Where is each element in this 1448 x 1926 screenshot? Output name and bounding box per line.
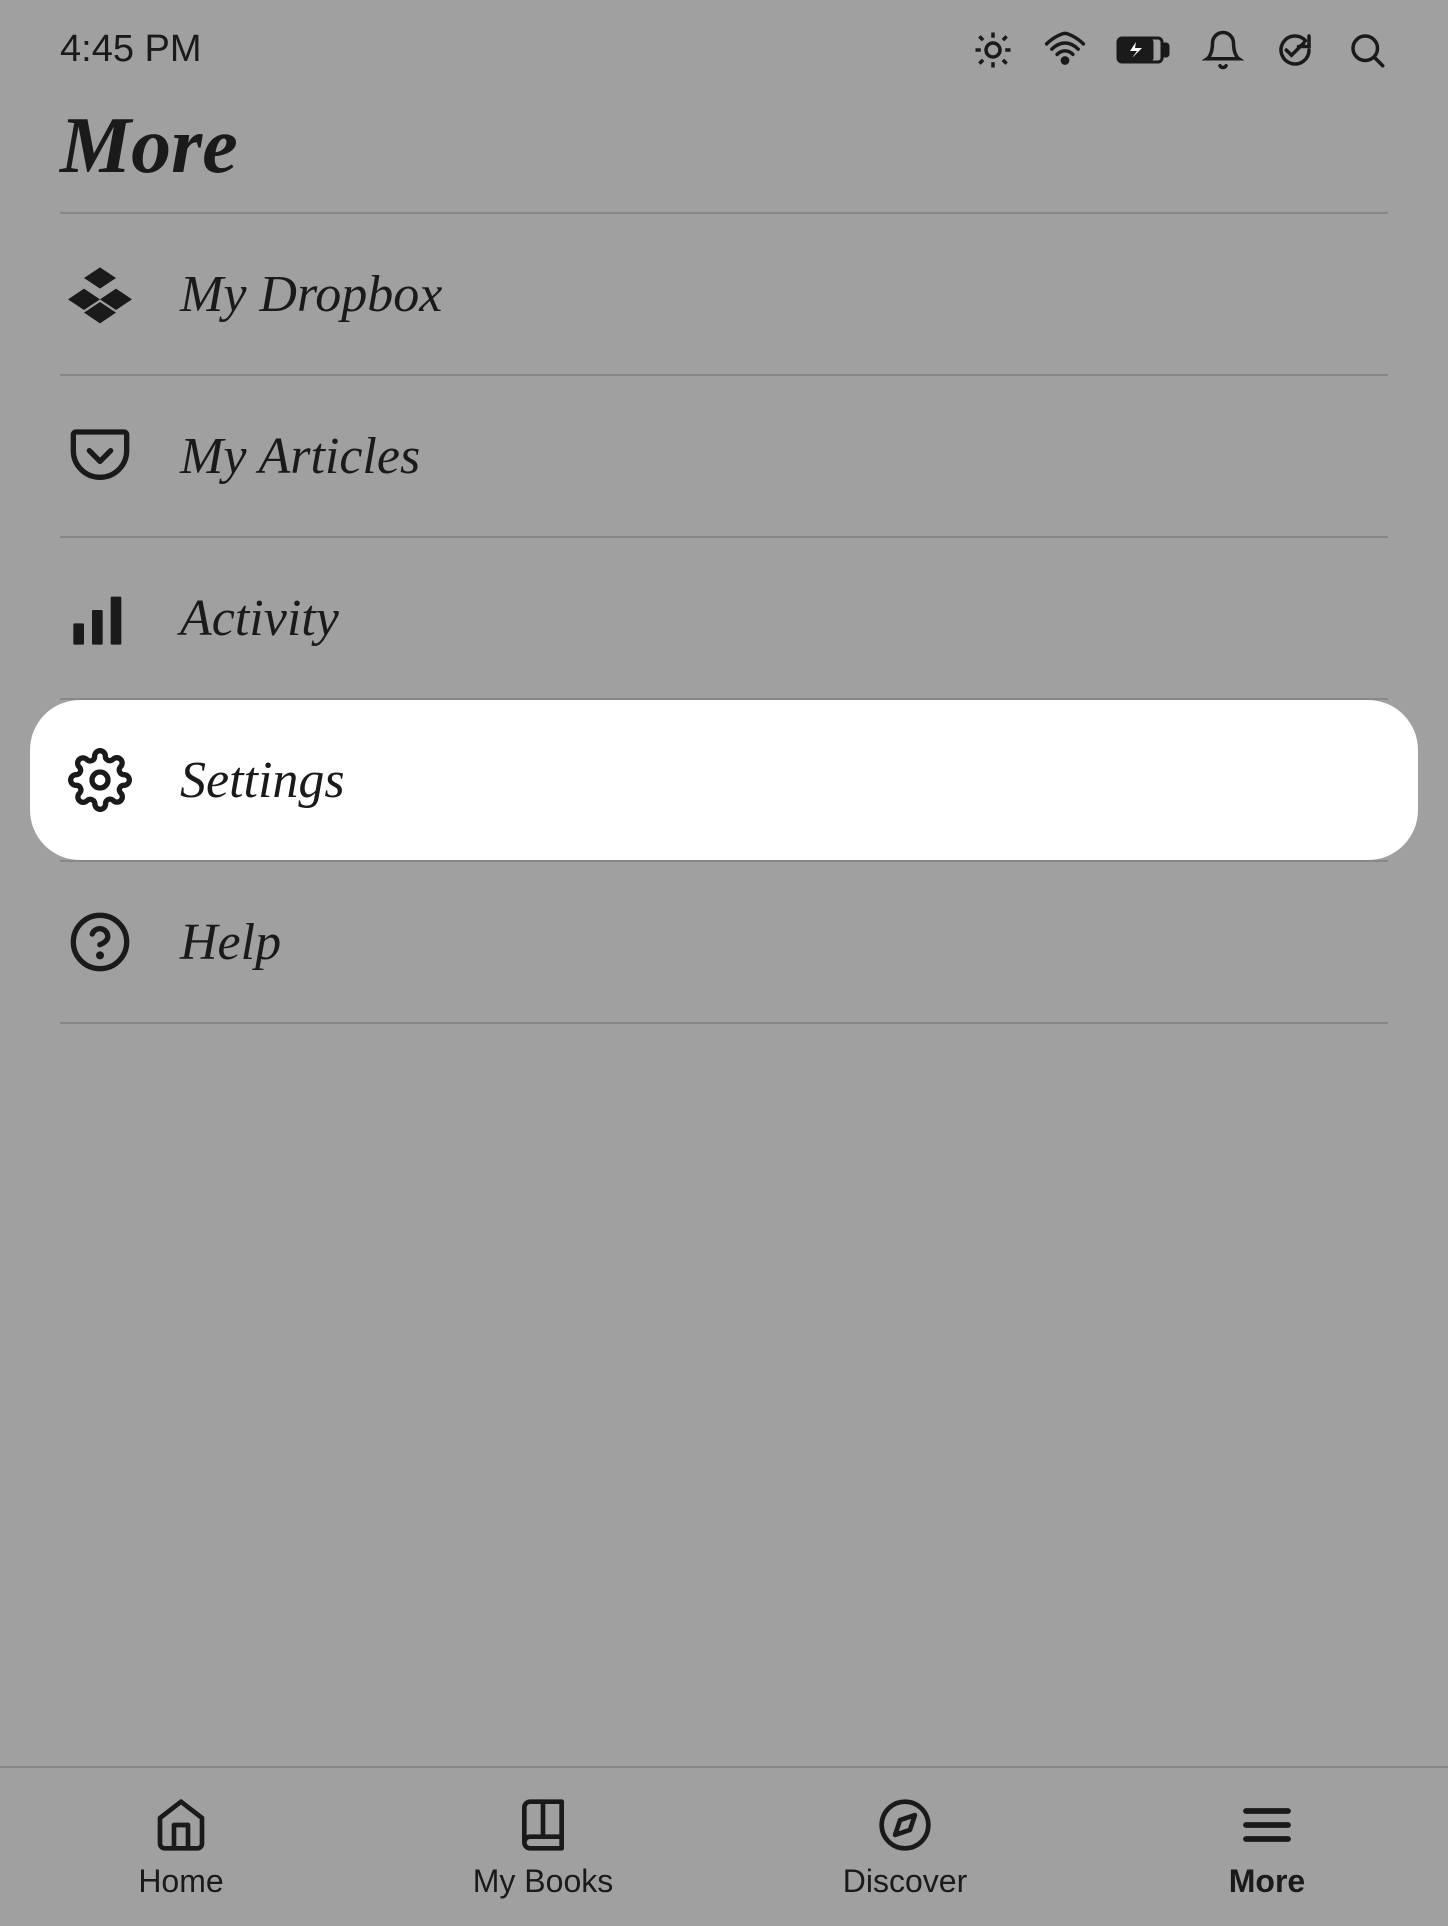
help-icon: [60, 902, 140, 982]
brightness-icon: [972, 29, 1014, 71]
menu-item-settings[interactable]: Settings: [30, 700, 1418, 860]
wifi-icon: [1044, 29, 1086, 71]
activity-icon: [60, 578, 140, 658]
settings-icon: [60, 740, 140, 820]
status-time: 4:45 PM: [60, 28, 202, 71]
nav-label-my-books: My Books: [473, 1863, 613, 1900]
nav-item-discover[interactable]: Discover: [724, 1795, 1086, 1900]
nav-label-more: More: [1229, 1863, 1305, 1900]
page-header: More: [0, 91, 1448, 212]
nav-label-discover: Discover: [843, 1863, 967, 1900]
pocket-icon: [60, 416, 140, 496]
home-icon: [151, 1795, 211, 1855]
more-icon: [1237, 1795, 1297, 1855]
menu-item-my-dropbox-label: My Dropbox: [180, 265, 442, 324]
menu-item-help-label: Help: [180, 913, 281, 972]
menu-item-help[interactable]: Help: [0, 862, 1448, 1022]
battery-icon: [1116, 32, 1172, 68]
menu-item-my-articles[interactable]: My Articles: [0, 376, 1448, 536]
menu-item-activity[interactable]: Activity: [0, 538, 1448, 698]
menu-item-settings-label: Settings: [180, 751, 345, 810]
discover-icon: [875, 1795, 935, 1855]
menu-list: My Dropbox My Articles Activity: [0, 214, 1448, 1024]
bottom-nav: Home My Books Discover: [0, 1766, 1448, 1926]
books-icon: [513, 1795, 573, 1855]
nav-item-home[interactable]: Home: [0, 1795, 362, 1900]
nav-item-more[interactable]: More: [1086, 1795, 1448, 1900]
nav-label-home: Home: [138, 1863, 223, 1900]
status-icons: [972, 29, 1388, 71]
search-icon[interactable]: [1346, 29, 1388, 71]
sync-icon: [1274, 29, 1316, 71]
menu-item-my-dropbox[interactable]: My Dropbox: [0, 214, 1448, 374]
dropbox-icon: [60, 254, 140, 334]
notification-icon: [1202, 29, 1244, 71]
divider-5: [60, 1022, 1388, 1024]
menu-item-activity-label: Activity: [180, 589, 339, 648]
status-bar: 4:45 PM: [0, 0, 1448, 91]
page-title: More: [60, 101, 1388, 192]
nav-item-my-books[interactable]: My Books: [362, 1795, 724, 1900]
menu-item-my-articles-label: My Articles: [180, 427, 420, 486]
